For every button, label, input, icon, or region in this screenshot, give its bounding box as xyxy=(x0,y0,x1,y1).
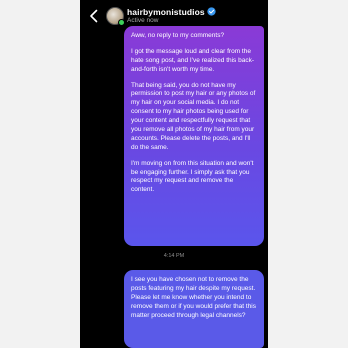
sent-message-bubble[interactable]: Aww, no reply to my comments? I got the … xyxy=(124,26,264,246)
message-timestamp: 4:14 PM xyxy=(163,253,185,259)
chat-username[interactable]: hairbymonistudios xyxy=(127,6,216,17)
message-paragraph: I got the message loud and clear from th… xyxy=(131,47,255,73)
message-paragraph: I see you have chosen not to remove the … xyxy=(131,276,257,319)
sent-message-bubble[interactable]: I see you have chosen not to remove the … xyxy=(124,270,264,348)
message-paragraph: I'm moving on from this situation and wo… xyxy=(131,159,254,194)
username-text: hairbymonistudios xyxy=(127,7,205,17)
verified-badge-icon xyxy=(207,7,216,16)
message-paragraph: Aww, no reply to my comments? xyxy=(131,32,225,39)
active-status-text: Active now xyxy=(127,17,159,24)
chevron-left-icon[interactable] xyxy=(89,9,99,23)
message-paragraph: That being said, you do not have my perm… xyxy=(131,81,256,151)
active-status-dot xyxy=(118,19,125,26)
